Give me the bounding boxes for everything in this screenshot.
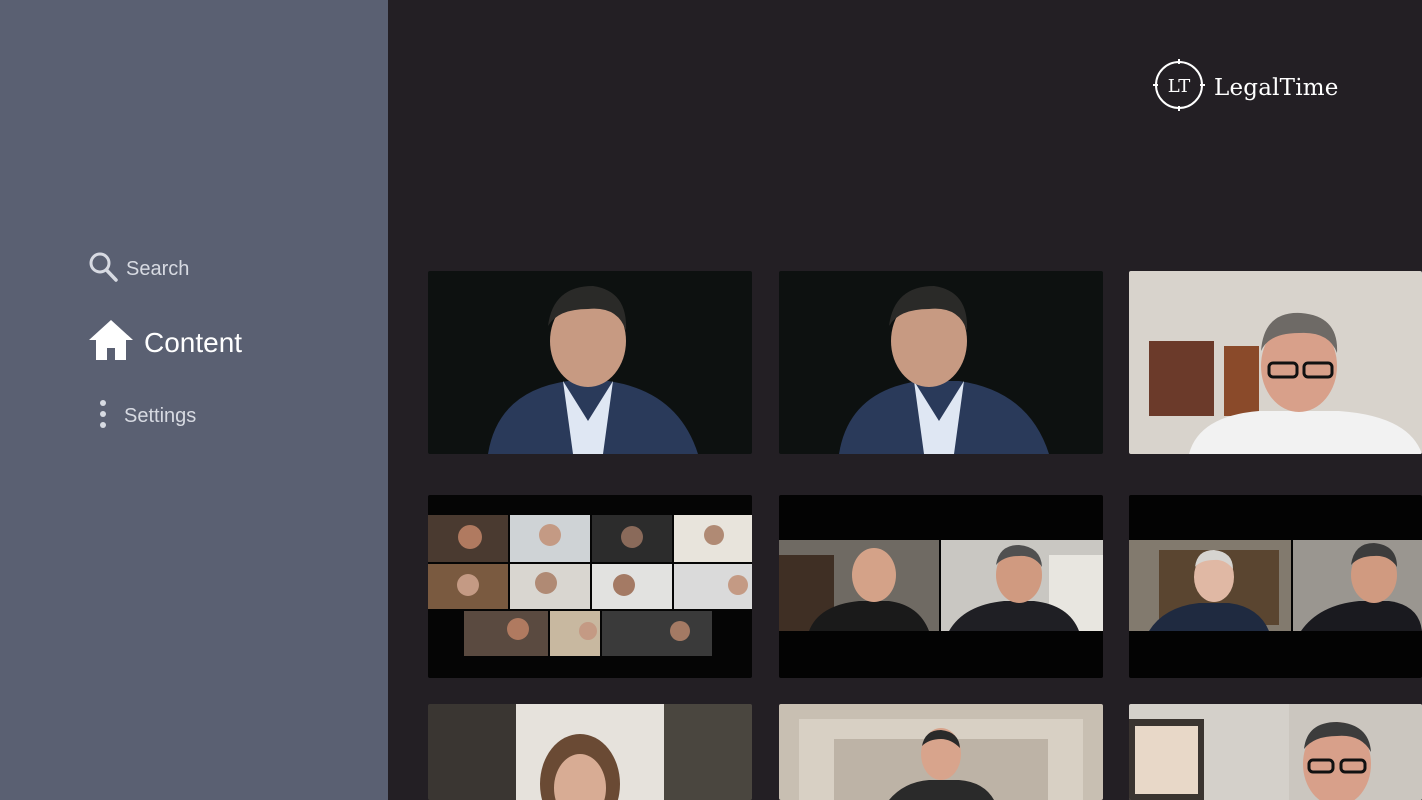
video-thumbnail[interactable] — [779, 495, 1103, 678]
search-icon — [88, 251, 118, 288]
more-vertical-icon — [88, 398, 118, 435]
video-thumbnail[interactable] — [428, 271, 752, 454]
video-thumbnail[interactable] — [779, 271, 1103, 454]
sidebar-item-label: Settings — [124, 405, 197, 427]
sidebar-item-content[interactable]: Content — [88, 318, 242, 367]
video-thumbnail[interactable] — [1129, 271, 1422, 454]
video-thumbnail[interactable] — [1129, 704, 1422, 800]
sidebar-item-label: Content — [144, 326, 243, 358]
video-thumbnail[interactable] — [779, 704, 1103, 800]
home-icon — [88, 318, 134, 367]
svg-text:LT: LT — [1168, 76, 1191, 97]
sidebar-item-search[interactable]: Search — [88, 251, 189, 288]
sidebar-item-label: Search — [126, 258, 190, 280]
sidebar-nav: Search Content Settings — [0, 0, 388, 800]
video-thumbnail[interactable] — [1129, 495, 1422, 678]
sidebar-item-settings[interactable]: Settings — [88, 398, 196, 435]
video-thumbnail[interactable] — [428, 704, 752, 800]
legaltime-logo-icon: LT — [1152, 58, 1206, 117]
brand-logo: LT LegalTime — [1152, 58, 1339, 117]
video-thumbnail[interactable] — [428, 495, 752, 678]
brand-name: LegalTime — [1214, 74, 1339, 101]
